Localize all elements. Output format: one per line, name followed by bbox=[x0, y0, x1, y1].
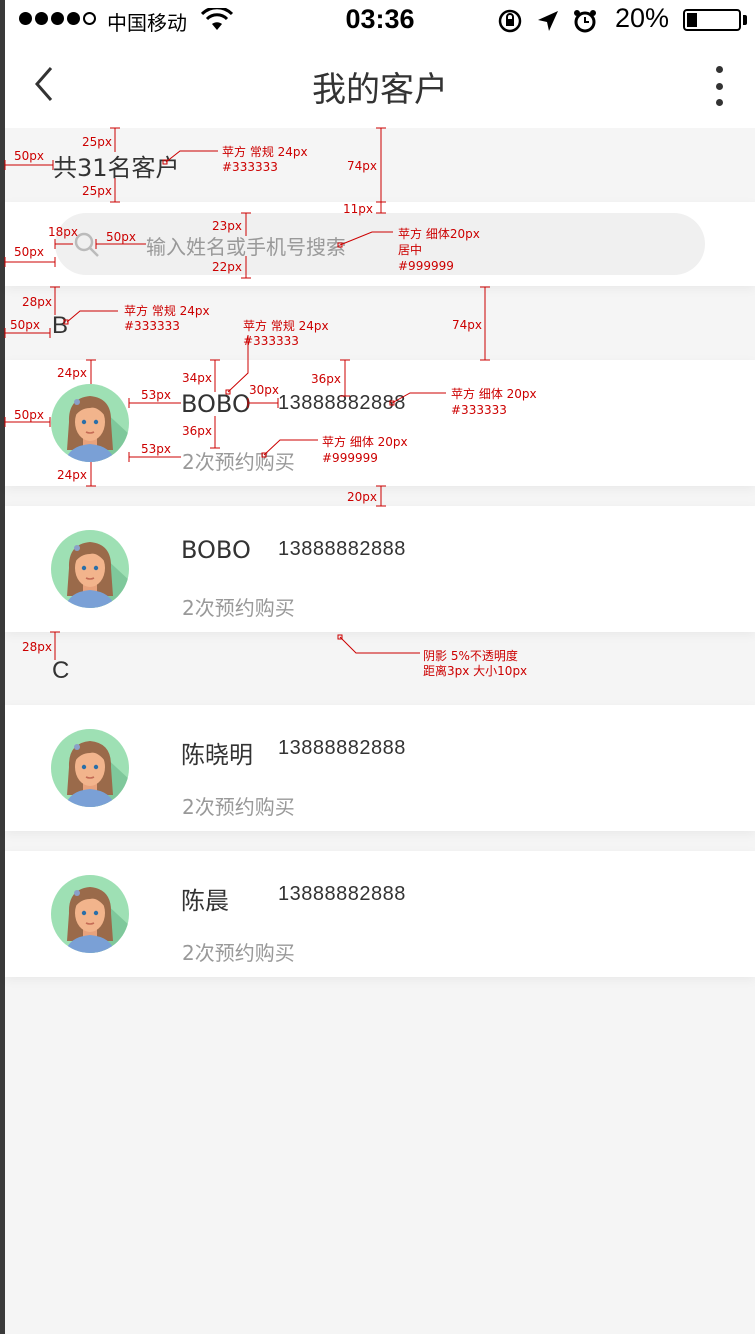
location-arrow-icon bbox=[537, 10, 559, 37]
annotation-label: 苹方 常规 24px bbox=[124, 304, 210, 318]
battery-tip bbox=[743, 15, 747, 25]
battery-percent: 20% bbox=[615, 3, 670, 33]
annotation-label: 28px bbox=[22, 640, 52, 654]
annotation-label: 距离3px 大小10px bbox=[423, 664, 528, 678]
annotation-lines bbox=[4, 127, 490, 660]
search-bar: 输入姓名或手机号搜索 bbox=[5, 202, 755, 286]
annotation-label: 50px bbox=[10, 318, 40, 332]
customer-purchase-info: 2次预约购买 bbox=[182, 596, 295, 620]
customer-name: BOBO bbox=[181, 536, 251, 564]
annotation-label: 50px bbox=[14, 149, 44, 163]
search-input[interactable]: 输入姓名或手机号搜索 bbox=[55, 213, 705, 275]
annotation-label: 苹方 常规 24px bbox=[243, 319, 329, 333]
battery-icon bbox=[683, 9, 741, 31]
customer-count: 共31名客户 bbox=[53, 154, 180, 182]
customer-purchase-info: 2次预约购买 bbox=[182, 941, 295, 965]
customer-phone: 13888882888 bbox=[278, 883, 406, 905]
section-header-c: C bbox=[52, 657, 70, 684]
customer-card[interactable]: BOBO 13888882888 2次预约购买 bbox=[5, 360, 755, 486]
navigation-bar: 我的客户 bbox=[5, 40, 755, 128]
customer-card[interactable]: 陈晨 13888882888 2次预约购买 bbox=[5, 851, 755, 977]
customer-purchase-info: 2次预约购买 bbox=[182, 450, 295, 474]
status-bar: 中国移动 03:36 20% bbox=[5, 0, 755, 40]
annotation-label: #333333 bbox=[222, 160, 278, 174]
customer-card[interactable]: BOBO 13888882888 2次预约购买 bbox=[5, 506, 755, 632]
rotation-lock-icon bbox=[497, 8, 523, 39]
annotation-label: 苹方 常规 24px bbox=[222, 145, 308, 159]
customer-phone: 13888882888 bbox=[278, 392, 406, 414]
customer-phone: 13888882888 bbox=[278, 538, 406, 560]
customer-name: 陈晓明 bbox=[181, 741, 253, 769]
annotation-label: 阴影 5%不透明度 bbox=[423, 649, 518, 663]
customer-phone: 13888882888 bbox=[278, 737, 406, 759]
customer-name: BOBO bbox=[181, 390, 251, 418]
customer-card[interactable]: 陈晓明 13888882888 2次预约购买 bbox=[5, 705, 755, 831]
alarm-clock-icon bbox=[573, 9, 597, 38]
annotation-label: 25px bbox=[82, 184, 112, 198]
search-icon bbox=[73, 231, 101, 264]
design-annotation-layer: 50px 25px 25px 苹方 常规 24px #333333 74px 1… bbox=[0, 0, 755, 1334]
annotation-label: 74px bbox=[452, 318, 482, 332]
annotation-label: 74px bbox=[347, 159, 377, 173]
avatar-icon bbox=[51, 875, 129, 953]
section-header-b: B bbox=[52, 312, 69, 339]
annotation-label: #333333 bbox=[124, 319, 180, 333]
annotation-label: 20px bbox=[347, 490, 377, 504]
battery-level-fill bbox=[687, 13, 697, 27]
customer-name: 陈晨 bbox=[181, 887, 229, 915]
annotation-label: 28px bbox=[22, 295, 52, 309]
search-placeholder: 输入姓名或手机号搜索 bbox=[146, 235, 346, 259]
customer-purchase-info: 2次预约购买 bbox=[182, 795, 295, 819]
avatar-icon bbox=[51, 384, 129, 462]
avatar-icon bbox=[51, 729, 129, 807]
more-options-button[interactable] bbox=[709, 66, 729, 106]
page-title: 我的客户 bbox=[312, 70, 448, 110]
left-edge bbox=[0, 0, 5, 1334]
avatar-icon bbox=[51, 530, 129, 608]
annotation-label: #333333 bbox=[243, 334, 299, 348]
